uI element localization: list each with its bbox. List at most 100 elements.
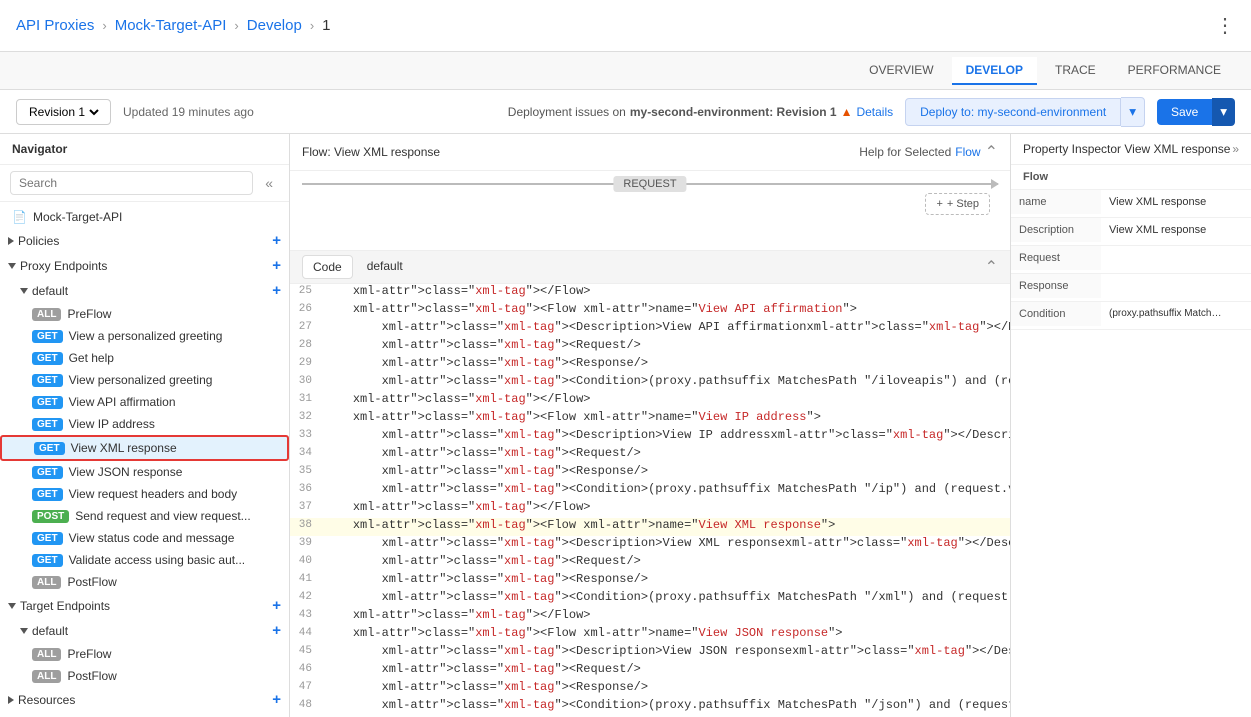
nav-item-0[interactable]: GET View a personalized greeting (0, 325, 289, 347)
target-postflow-item[interactable]: ALL PostFlow (0, 665, 289, 687)
pi-row-value[interactable]: View XML response (1101, 190, 1251, 214)
badge-0: GET (32, 330, 63, 343)
code-line[interactable]: 48 xml-attr">class="xml-tag"><Condition>… (290, 698, 1010, 716)
line-number: 28 (290, 338, 320, 351)
badge-2: GET (32, 374, 63, 387)
breadcrumb-develop[interactable]: Develop (247, 17, 302, 34)
save-dropdown-button[interactable]: ▾ (1212, 98, 1235, 126)
add-resource-button[interactable]: + (272, 691, 281, 708)
line-content: xml-attr">class="xml-tag"></Flow> (320, 392, 1010, 406)
target-endpoints-label: Target Endpoints (20, 599, 110, 613)
add-target-endpoint-button[interactable]: + (272, 597, 281, 614)
code-line[interactable]: 46 xml-attr">class="xml-tag"><Request/> (290, 662, 1010, 680)
nav-item-2[interactable]: GET View personalized greeting (0, 369, 289, 391)
nav-item-4[interactable]: GET View IP address (0, 413, 289, 435)
code-line[interactable]: 32 xml-attr">class="xml-tag"><Flow xml-a… (290, 410, 1010, 428)
line-number: 36 (290, 482, 320, 495)
code-line[interactable]: 25 xml-attr">class="xml-tag"></Flow> (290, 284, 1010, 302)
collapse-button[interactable]: « (259, 173, 279, 193)
line-number: 44 (290, 626, 320, 639)
resources-section[interactable]: Resources + (0, 687, 289, 712)
breadcrumb-api-proxies[interactable]: API Proxies (16, 17, 94, 34)
navigator-header: Navigator (0, 134, 289, 165)
tab-develop[interactable]: DEVELOP (952, 57, 1037, 85)
default-section[interactable]: default + (0, 278, 289, 303)
pi-row-value[interactable]: View XML response (1101, 218, 1251, 242)
pi-expand-button[interactable]: » (1232, 142, 1239, 156)
target-preflow-label: PreFlow (67, 647, 111, 661)
breadcrumb-mock-target[interactable]: Mock-Target-API (115, 17, 227, 34)
code-line[interactable]: 26 xml-attr">class="xml-tag"><Flow xml-a… (290, 302, 1010, 320)
code-tab-default[interactable]: default (357, 255, 413, 279)
navigator-title: Navigator (12, 142, 67, 156)
code-line[interactable]: 40 xml-attr">class="xml-tag"><Request/> (290, 554, 1010, 572)
details-link[interactable]: Details (856, 105, 893, 119)
code-tab-code[interactable]: Code (302, 255, 353, 279)
tab-trace[interactable]: TRACE (1041, 57, 1110, 85)
search-input[interactable] (10, 171, 253, 195)
deploy-dropdown-button[interactable]: ▾ (1121, 97, 1145, 127)
code-line[interactable]: 36 xml-attr">class="xml-tag"><Condition>… (290, 482, 1010, 500)
mock-api-item[interactable]: 📄 Mock-Target-API (0, 206, 289, 228)
nav-item-10[interactable]: GET Validate access using basic aut... (0, 549, 289, 571)
pi-row: Condition(proxy.pathsuffix MatchesPath "… (1011, 302, 1251, 330)
flow-link[interactable]: Flow (955, 145, 980, 159)
add-policy-button[interactable]: + (272, 232, 281, 249)
code-line[interactable]: 44 xml-attr">class="xml-tag"><Flow xml-a… (290, 626, 1010, 644)
target-default-section[interactable]: default + (0, 618, 289, 643)
code-line[interactable]: 35 xml-attr">class="xml-tag"><Response/> (290, 464, 1010, 482)
line-number: 41 (290, 572, 320, 585)
add-step-button[interactable]: + + Step (925, 193, 990, 215)
code-line[interactable]: 47 xml-attr">class="xml-tag"><Response/> (290, 680, 1010, 698)
nav-item-6[interactable]: GET View JSON response (0, 461, 289, 483)
target-postflow-label: PostFlow (67, 669, 116, 683)
code-line[interactable]: 34 xml-attr">class="xml-tag"><Request/> (290, 446, 1010, 464)
code-line[interactable]: 41 xml-attr">class="xml-tag"><Response/> (290, 572, 1010, 590)
nav-item-1[interactable]: GET Get help (0, 347, 289, 369)
code-body[interactable]: 25 xml-attr">class="xml-tag"></Flow>26 x… (290, 284, 1010, 717)
nav-item-8[interactable]: POST Send request and view request... (0, 505, 289, 527)
tab-performance[interactable]: PERFORMANCE (1114, 57, 1235, 85)
preflow-badge: ALL (32, 308, 61, 321)
revision-selector[interactable]: Revision 1 (16, 99, 111, 125)
proxy-endpoints-section[interactable]: Proxy Endpoints + (0, 253, 289, 278)
policies-section[interactable]: Policies + (0, 228, 289, 253)
revision-dropdown[interactable]: Revision 1 (25, 104, 102, 120)
nav-item-11[interactable]: ALL PostFlow (0, 571, 289, 593)
code-line[interactable]: 37 xml-attr">class="xml-tag"></Flow> (290, 500, 1010, 518)
code-line[interactable]: 33 xml-attr">class="xml-tag"><Descriptio… (290, 428, 1010, 446)
code-line[interactable]: 28 xml-attr">class="xml-tag"><Request/> (290, 338, 1010, 356)
tab-overview[interactable]: OVERVIEW (855, 57, 947, 85)
code-expand-icon[interactable]: ⌃ (985, 257, 998, 277)
deploy-group: Deploy to: my-second-environment ▾ (905, 97, 1145, 127)
add-proxy-endpoint-button[interactable]: + (272, 257, 281, 274)
nav-item-7[interactable]: GET View request headers and body (0, 483, 289, 505)
code-line[interactable]: 29 xml-attr">class="xml-tag"><Response/> (290, 356, 1010, 374)
code-line[interactable]: 31 xml-attr">class="xml-tag"></Flow> (290, 392, 1010, 410)
code-line[interactable]: 39 xml-attr">class="xml-tag"><Descriptio… (290, 536, 1010, 554)
code-line[interactable]: 43 xml-attr">class="xml-tag"></Flow> (290, 608, 1010, 626)
add-default-button[interactable]: + (272, 282, 281, 299)
nav-item-9[interactable]: GET View status code and message (0, 527, 289, 549)
preflow-item[interactable]: ALL PreFlow (0, 303, 289, 325)
pi-row-value[interactable] (1101, 274, 1251, 286)
pi-row-value[interactable]: (proxy.pathsuffix MatchesPath "/x... (1101, 302, 1231, 325)
target-endpoints-section[interactable]: Target Endpoints + (0, 593, 289, 618)
nav-item-5[interactable]: GET View XML response (0, 435, 289, 461)
expand-flow-icon[interactable]: ⌃ (985, 142, 998, 162)
pi-row-value[interactable] (1101, 246, 1251, 258)
code-line[interactable]: 45 xml-attr">class="xml-tag"><Descriptio… (290, 644, 1010, 662)
policies-expand-icon (8, 237, 14, 245)
item-label-1: Get help (69, 351, 114, 365)
more-options-icon[interactable]: ⋮ (1215, 13, 1235, 38)
code-line[interactable]: 38 xml-attr">class="xml-tag"><Flow xml-a… (290, 518, 1010, 536)
nav-item-3[interactable]: GET View API affirmation (0, 391, 289, 413)
line-content: xml-attr">class="xml-tag"><Request/> (320, 554, 1010, 568)
code-line[interactable]: 30 xml-attr">class="xml-tag"><Condition>… (290, 374, 1010, 392)
add-target-default-button[interactable]: + (272, 622, 281, 639)
code-line[interactable]: 42 xml-attr">class="xml-tag"><Condition>… (290, 590, 1010, 608)
target-preflow-item[interactable]: ALL PreFlow (0, 643, 289, 665)
deploy-button[interactable]: Deploy to: my-second-environment (905, 98, 1121, 126)
code-line[interactable]: 27 xml-attr">class="xml-tag"><Descriptio… (290, 320, 1010, 338)
save-button[interactable]: Save (1157, 99, 1212, 125)
